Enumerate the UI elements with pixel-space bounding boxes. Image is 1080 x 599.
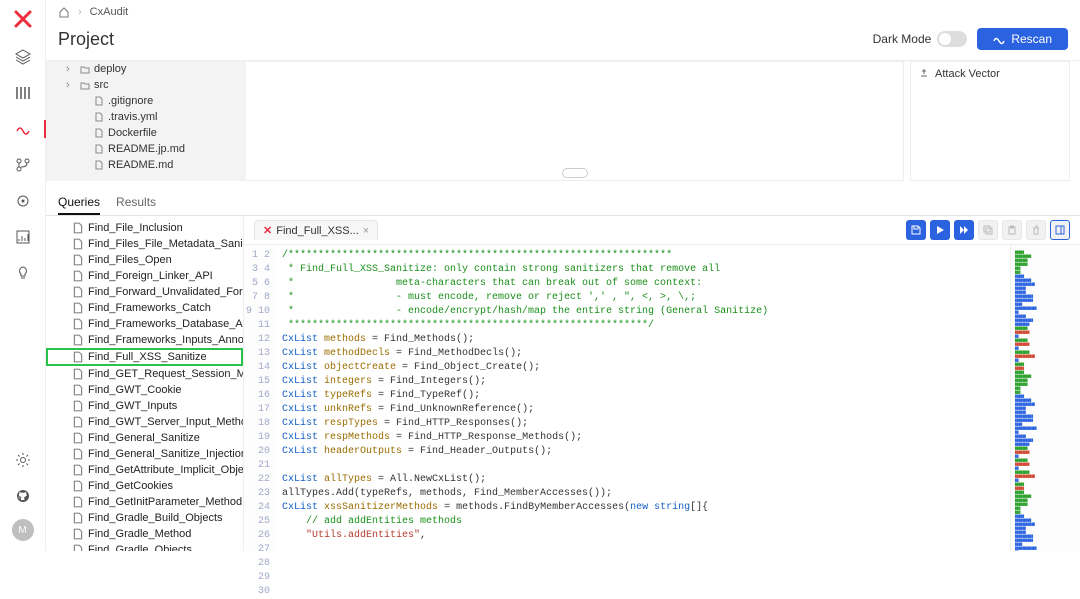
run-button[interactable] — [930, 220, 950, 240]
fast-forward-button[interactable] — [954, 220, 974, 240]
query-row[interactable]: Find_Forward_Unvalidated_Forwards — [46, 284, 243, 300]
left-rail: M — [0, 0, 46, 551]
query-row[interactable]: Find_Gradle_Build_Objects — [46, 510, 243, 526]
save-button[interactable] — [906, 220, 926, 240]
query-row[interactable]: Find_GetInitParameter_Method — [46, 494, 243, 510]
editor-tab[interactable]: ✕ Find_Full_XSS... × — [254, 220, 378, 240]
query-row[interactable]: Find_File_Inclusion — [46, 220, 243, 236]
file-tree-row[interactable]: Dockerfile — [46, 125, 246, 141]
paste-button[interactable] — [1002, 220, 1022, 240]
query-row[interactable]: Find_Gradle_Method — [46, 526, 243, 542]
editor-body: 1 2 3 4 5 6 7 8 9 10 11 12 13 14 15 16 1… — [244, 245, 1080, 551]
query-row[interactable]: Find_GetAttribute_Implicit_Objects — [46, 462, 243, 478]
rescan-label: Rescan — [1011, 32, 1052, 46]
editor-header: ✕ Find_Full_XSS... × — [244, 216, 1080, 245]
file-tree-row[interactable]: ›src — [46, 77, 246, 93]
file-tree-row[interactable]: .gitignore — [46, 93, 246, 109]
query-row[interactable]: Find_Frameworks_Database_Actions — [46, 316, 243, 332]
user-avatar[interactable]: M — [12, 519, 34, 541]
rail-item-target[interactable] — [10, 188, 36, 214]
queries-list[interactable]: Find_File_InclusionFind_Files_File_Metad… — [46, 216, 244, 551]
copy-button[interactable] — [978, 220, 998, 240]
main-area: › CxAudit Project Dark Mode Rescan ›depl… — [46, 0, 1080, 551]
rail-item-scan[interactable] — [10, 116, 36, 142]
rail-item-hint[interactable] — [10, 260, 36, 286]
breadcrumb: › CxAudit — [46, 0, 1080, 24]
query-row[interactable]: Find_GET_Request_Session_Methods — [46, 366, 243, 382]
tab-logo-icon: ✕ — [263, 224, 272, 237]
query-row[interactable]: Find_GWT_Server_Input_Methods — [46, 414, 243, 430]
query-row[interactable]: Find_GWT_Inputs — [46, 398, 243, 414]
query-tabs: Queries Results — [46, 181, 1080, 216]
rail-item-layers[interactable] — [10, 44, 36, 70]
query-row[interactable]: Find_Files_Open — [46, 252, 243, 268]
query-row[interactable]: Find_Files_File_Metadata_Sanitizers — [46, 236, 243, 252]
center-preview-panel — [246, 61, 904, 181]
rail-item-library[interactable] — [10, 80, 36, 106]
editor-tab-label: Find_Full_XSS... — [276, 225, 359, 237]
home-icon[interactable] — [58, 6, 70, 18]
attack-vector-title: Attack Vector — [935, 68, 1000, 80]
file-tree-row[interactable]: README.jp.md — [46, 141, 246, 157]
query-row[interactable]: Find_General_Sanitize — [46, 430, 243, 446]
query-row[interactable]: Find_Full_XSS_Sanitize — [46, 348, 243, 366]
app-logo[interactable] — [10, 6, 36, 32]
rail-item-branch[interactable] — [10, 152, 36, 178]
rescan-button[interactable]: Rescan — [977, 28, 1068, 50]
page-header: Project Dark Mode Rescan — [46, 24, 1080, 61]
editor-minimap[interactable]: ████████████████████████████████████████… — [1010, 245, 1080, 551]
query-row[interactable]: Find_GWT_Cookie — [46, 382, 243, 398]
tab-results[interactable]: Results — [116, 191, 156, 215]
editor-gutter: 1 2 3 4 5 6 7 8 9 10 11 12 13 14 15 16 1… — [244, 245, 276, 551]
editor-actions — [906, 220, 1070, 240]
tab-queries[interactable]: Queries — [58, 191, 100, 215]
breadcrumb-item[interactable]: CxAudit — [90, 6, 129, 18]
file-tree-row[interactable]: ›deploy — [46, 61, 246, 77]
file-tree-row[interactable]: .travis.yml — [46, 109, 246, 125]
query-row[interactable]: Find_General_Sanitize_Injection — [46, 446, 243, 462]
settings-icon[interactable] — [10, 447, 36, 473]
close-icon[interactable]: × — [363, 225, 369, 237]
github-icon[interactable] — [10, 483, 36, 509]
page-title: Project — [58, 29, 114, 50]
query-row[interactable]: Find_Foreign_Linker_API — [46, 268, 243, 284]
rail-item-report[interactable] — [10, 224, 36, 250]
attack-vector-panel: Attack Vector — [910, 61, 1070, 181]
query-row[interactable]: Find_Frameworks_Inputs_Annotations — [46, 332, 243, 348]
layout-button[interactable] — [1050, 220, 1070, 240]
dark-mode-control: Dark Mode — [873, 31, 968, 47]
lower-split: Find_File_InclusionFind_Files_File_Metad… — [46, 216, 1080, 551]
query-row[interactable]: Find_Gradle_Objects — [46, 542, 243, 551]
upper-panels: ›deploy›src.gitignore.travis.ymlDockerfi… — [46, 61, 1080, 181]
editor-panel: ✕ Find_Full_XSS... × 1 2 3 4 5 6 7 8 9 1… — [244, 216, 1080, 551]
panel-resize-handle[interactable] — [562, 168, 588, 178]
breadcrumb-sep: › — [78, 6, 82, 18]
editor-code[interactable]: /***************************************… — [276, 245, 1010, 551]
dark-mode-toggle[interactable] — [937, 31, 967, 47]
file-tree-row[interactable]: README.md — [46, 157, 246, 173]
pin-icon[interactable] — [919, 68, 929, 78]
query-row[interactable]: Find_GetCookies — [46, 478, 243, 494]
query-row[interactable]: Find_Frameworks_Catch — [46, 300, 243, 316]
dark-mode-label: Dark Mode — [873, 32, 932, 46]
trash-button[interactable] — [1026, 220, 1046, 240]
file-tree[interactable]: ›deploy›src.gitignore.travis.ymlDockerfi… — [46, 61, 246, 181]
